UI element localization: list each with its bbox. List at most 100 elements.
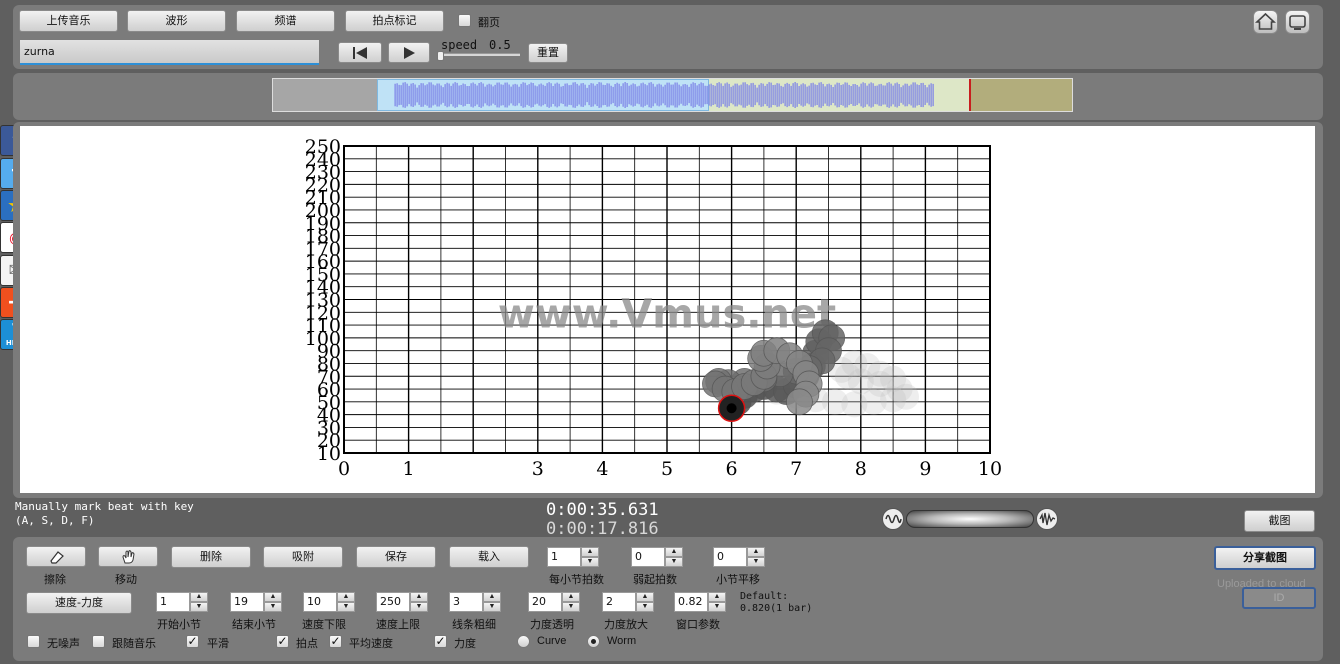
smooth-checkbox[interactable]: ✓ — [186, 635, 199, 648]
beats-per-bar-value[interactable]: 1 — [547, 547, 581, 567]
increment-icon[interactable]: ▲ — [190, 592, 208, 602]
line-width-stepper[interactable]: 3 ▲ ▼ — [449, 592, 501, 612]
pickup-value[interactable]: 0 — [631, 547, 665, 567]
beat-mark-button[interactable]: 拍点标记 — [345, 10, 444, 32]
fullscreen-button[interactable] — [1285, 10, 1310, 34]
decrement-icon[interactable]: ▼ — [665, 557, 683, 567]
waveform-overview[interactable] — [272, 78, 1073, 112]
increment-icon[interactable]: ▲ — [483, 592, 501, 602]
home-button[interactable] — [1253, 10, 1278, 34]
page-turn-checkbox[interactable] — [458, 14, 471, 27]
move-button[interactable] — [98, 546, 158, 567]
increment-icon[interactable]: ▲ — [581, 547, 599, 557]
tempo-max-stepper[interactable]: 250 ▲ ▼ — [376, 592, 428, 612]
smooth-label: 平滑 — [207, 637, 229, 650]
rewind-button[interactable] — [338, 42, 382, 63]
decrement-icon[interactable]: ▼ — [190, 602, 208, 612]
increment-icon[interactable]: ▲ — [562, 592, 580, 602]
load-button[interactable]: 载入 — [449, 546, 529, 568]
speed-slider-track[interactable] — [440, 53, 520, 56]
decrement-icon[interactable]: ▼ — [747, 557, 765, 567]
spectrum-button[interactable]: 频谱 — [236, 10, 335, 32]
beat-point-checkbox[interactable]: ✓ — [276, 635, 289, 648]
decrement-icon[interactable]: ▼ — [581, 557, 599, 567]
id-field[interactable]: ID — [1242, 587, 1316, 609]
mode-button[interactable]: 速度-力度 — [26, 592, 132, 614]
follow-music-checkbox[interactable] — [92, 635, 105, 648]
avg-tempo-checkbox[interactable]: ✓ — [329, 635, 342, 648]
line-width-value[interactable]: 3 — [449, 592, 483, 612]
save-button[interactable]: 保存 — [356, 546, 436, 568]
avg-tempo-label: 平均速度 — [349, 637, 393, 650]
bar-shift-value[interactable]: 0 — [713, 547, 747, 567]
tempo-max-value[interactable]: 250 — [376, 592, 410, 612]
x-tick-label: 7 — [790, 458, 802, 480]
window-param-stepper[interactable]: 0.82 ▲ ▼ — [674, 592, 726, 612]
tempo-dynamics-chart: 1020304050607080901001101201301401501601… — [305, 136, 1002, 480]
decrement-icon[interactable]: ▼ — [410, 602, 428, 612]
x-tick-label: 8 — [855, 458, 867, 480]
wave-icon — [885, 514, 902, 524]
end-bar-label: 结束小节 — [232, 618, 276, 631]
wave-toggle-left[interactable] — [882, 508, 904, 530]
screenshot-button[interactable]: 截图 — [1244, 510, 1315, 532]
decrement-icon[interactable]: ▼ — [562, 602, 580, 612]
wave-toggle-right[interactable] — [1036, 508, 1058, 530]
decrement-icon[interactable]: ▼ — [708, 602, 726, 612]
upload-music-button[interactable]: 上传音乐 — [19, 10, 118, 32]
bar-shift-stepper[interactable]: 0 ▲ ▼ — [713, 547, 765, 567]
decrement-icon[interactable]: ▼ — [483, 602, 501, 612]
increment-icon[interactable]: ▲ — [337, 592, 355, 602]
increment-icon[interactable]: ▲ — [747, 547, 765, 557]
end-bar-value[interactable]: 19 — [230, 592, 264, 612]
decrement-icon[interactable]: ▼ — [636, 602, 654, 612]
dyn-transparency-value[interactable]: 20 — [528, 592, 562, 612]
dynamics-checkbox[interactable]: ✓ — [434, 635, 447, 648]
end-bar-stepper[interactable]: 19 ▲ ▼ — [230, 592, 282, 612]
playhead-marker[interactable] — [968, 79, 971, 111]
snap-button[interactable]: 吸附 — [263, 546, 343, 568]
dyn-transparency-stepper[interactable]: 20 ▲ ▼ — [528, 592, 580, 612]
waveform-button[interactable]: 波形 — [127, 10, 226, 32]
increment-icon[interactable]: ▲ — [636, 592, 654, 602]
dynamics-label: 力度 — [454, 637, 476, 650]
increment-icon[interactable]: ▲ — [665, 547, 683, 557]
pickup-stepper[interactable]: 0 ▲ ▼ — [631, 547, 683, 567]
increment-icon[interactable]: ▲ — [708, 592, 726, 602]
current-point-core — [726, 403, 737, 414]
no-noise-label: 无噪声 — [47, 637, 80, 650]
beats-per-bar-stepper[interactable]: 1 ▲ ▼ — [547, 547, 599, 567]
window-param-value[interactable]: 0.82 — [674, 592, 708, 612]
beat-point-label: 拍点 — [296, 637, 318, 650]
screen-icon — [1289, 15, 1306, 30]
worm-label: Worm — [607, 635, 637, 647]
play-button[interactable] — [388, 42, 430, 63]
increment-icon[interactable]: ▲ — [410, 592, 428, 602]
erase-button[interactable] — [26, 546, 86, 567]
default-line-1: Default: — [740, 591, 789, 602]
curve-radio[interactable] — [517, 635, 530, 648]
x-tick-label: 1 — [403, 458, 415, 480]
increment-icon[interactable]: ▲ — [264, 592, 282, 602]
dyn-scale-label: 力度放大 — [604, 618, 648, 631]
tempo-min-value[interactable]: 10 — [303, 592, 337, 612]
home-icon — [1254, 12, 1277, 30]
decrement-icon[interactable]: ▼ — [337, 602, 355, 612]
chart-canvas[interactable]: 10 20 30 40 50 60 70 80 90 100 110 120 130 140 150 160 1… — [20, 126, 1315, 493]
dyn-scale-value[interactable]: 2 — [602, 592, 636, 612]
dyn-scale-stepper[interactable]: 2 ▲ ▼ — [602, 592, 654, 612]
track-name-field[interactable]: zurna — [20, 40, 319, 65]
share-screenshot-button[interactable]: 分享截图 — [1214, 546, 1316, 570]
curve-label: Curve — [537, 635, 567, 647]
tempo-min-stepper[interactable]: 10 ▲ ▼ — [303, 592, 355, 612]
start-bar-stepper[interactable]: 1 ▲ ▼ — [156, 592, 208, 612]
delete-button[interactable]: 删除 — [171, 546, 251, 568]
x-tick-label: 4 — [596, 458, 608, 480]
no-noise-checkbox[interactable] — [27, 635, 40, 648]
start-bar-value[interactable]: 1 — [156, 592, 190, 612]
dynamics-slider[interactable] — [906, 510, 1034, 528]
speed-slider-handle[interactable] — [437, 51, 444, 61]
reset-button[interactable]: 重置 — [528, 43, 568, 63]
decrement-icon[interactable]: ▼ — [264, 602, 282, 612]
worm-radio[interactable] — [587, 635, 600, 648]
